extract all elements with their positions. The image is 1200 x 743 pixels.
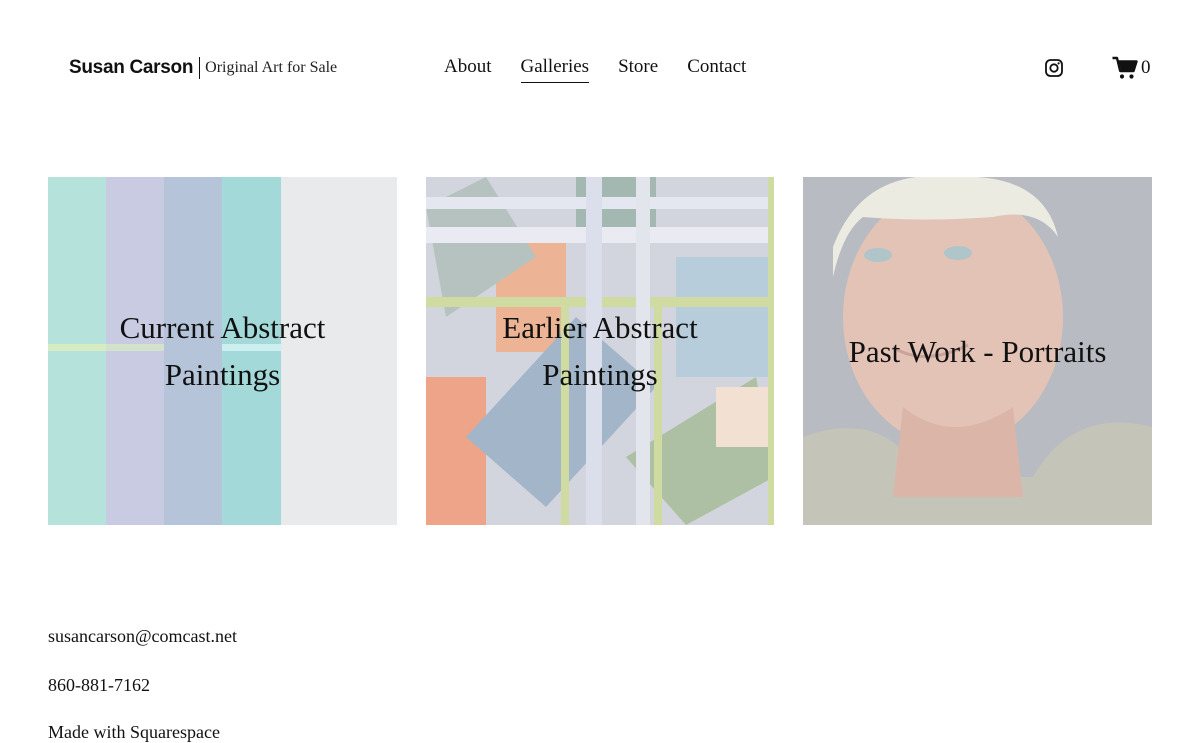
gallery-title: Past Work - Portraits bbox=[848, 333, 1107, 369]
gallery-title: Current Abstract Paintings bbox=[119, 310, 326, 392]
logo-divider bbox=[199, 57, 201, 79]
nav-store[interactable]: Store bbox=[618, 56, 658, 83]
gallery-tile-earlier-abstract[interactable]: Earlier Abstract Paintings bbox=[426, 177, 774, 525]
gallery-tile-current-abstract[interactable]: Current Abstract Paintings bbox=[48, 177, 397, 525]
cart-icon bbox=[1112, 56, 1138, 79]
footer-phone: 860-881-7162 bbox=[48, 675, 150, 695]
nav-contact[interactable]: Contact bbox=[687, 56, 746, 83]
site-name: Susan Carson bbox=[69, 57, 194, 78]
instagram-icon[interactable] bbox=[1045, 59, 1063, 77]
gallery-tile-portraits[interactable]: Past Work - Portraits bbox=[803, 177, 1152, 525]
main-nav: About Galleries Store Contact bbox=[444, 56, 775, 83]
cart-button[interactable]: 0 bbox=[1112, 56, 1151, 80]
nav-galleries[interactable]: Galleries bbox=[520, 56, 590, 83]
site-logo[interactable]: Susan Carson Original Art for Sale bbox=[69, 55, 337, 81]
cart-count: 0 bbox=[1141, 57, 1151, 78]
site-tagline: Original Art for Sale bbox=[205, 59, 338, 76]
footer-email[interactable]: susancarson@comcast.net bbox=[48, 626, 237, 647]
gallery-title: Earlier Abstract Paintings bbox=[502, 310, 698, 392]
nav-about[interactable]: About bbox=[444, 56, 492, 83]
